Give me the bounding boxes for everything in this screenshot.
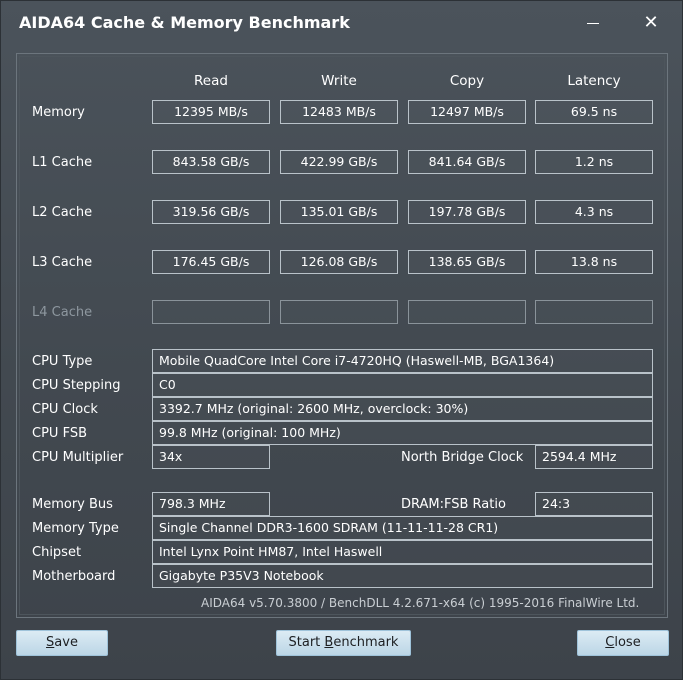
chipset-label: Chipset (32, 545, 82, 560)
row-label-l3-cache: L3 Cache (32, 255, 93, 270)
cpu-stepping-label: CPU Stepping (32, 378, 121, 393)
version-footer: AIDA64 v5.70.3800 / BenchDLL 4.2.671-x64… (201, 596, 640, 610)
close-icon: ✕ (643, 12, 659, 33)
memory-read-value: 12395 MB/s (152, 100, 270, 124)
l4-read-value (152, 300, 270, 324)
l1-copy-value: 841.64 GB/s (408, 150, 526, 174)
north-bridge-clock-value: 2594.4 MHz (535, 445, 653, 469)
motherboard-value: Gigabyte P35V3 Notebook (152, 564, 653, 588)
chipset-value: Intel Lynx Point HM87, Intel Haswell (152, 540, 653, 564)
column-header-latency: Latency (567, 73, 621, 89)
l4-write-value (280, 300, 398, 324)
l2-read-value: 319.56 GB/s (152, 200, 270, 224)
memory-bus-value: 798.3 MHz (152, 492, 270, 516)
l4-latency-value (535, 300, 653, 324)
cpu-type-label: CPU Type (32, 354, 93, 369)
memory-type-value: Single Channel DDR3-1600 SDRAM (11-11-11… (152, 516, 653, 540)
dram-fsb-ratio-value: 24:3 (535, 492, 653, 516)
l2-write-value: 135.01 GB/s (280, 200, 398, 224)
row-label-memory: Memory (32, 105, 85, 120)
close-button[interactable]: Close (577, 630, 669, 656)
memory-latency-value: 69.5 ns (535, 100, 653, 124)
column-header-read: Read (194, 73, 228, 89)
memory-copy-value: 12497 MB/s (408, 100, 526, 124)
window-title: AIDA64 Cache & Memory Benchmark (19, 13, 350, 32)
dram-fsb-ratio-label: DRAM:FSB Ratio (401, 497, 506, 512)
motherboard-label: Motherboard (32, 569, 116, 584)
cpu-stepping-value: C0 (152, 373, 653, 397)
column-header-write: Write (321, 73, 357, 89)
l1-read-value: 843.58 GB/s (152, 150, 270, 174)
l3-write-value: 126.08 GB/s (280, 250, 398, 274)
memory-type-label: Memory Type (32, 521, 119, 536)
l2-copy-value: 197.78 GB/s (408, 200, 526, 224)
save-button[interactable]: Save (16, 630, 108, 656)
cpu-fsb-label: CPU FSB (32, 426, 87, 441)
cpu-clock-value: 3392.7 MHz (original: 2600 MHz, overcloc… (152, 397, 653, 421)
row-label-l1-cache: L1 Cache (32, 155, 93, 170)
cpu-fsb-value: 99.8 MHz (original: 100 MHz) (152, 421, 653, 445)
row-label-l2-cache: L2 Cache (32, 205, 93, 220)
minimize-button[interactable] (579, 9, 607, 37)
cpu-clock-label: CPU Clock (32, 402, 98, 417)
l3-latency-value: 13.8 ns (535, 250, 653, 274)
start-benchmark-button[interactable]: Start Benchmark (276, 630, 411, 656)
l2-latency-value: 4.3 ns (535, 200, 653, 224)
cpu-multiplier-label: CPU Multiplier (32, 450, 124, 465)
benchmark-window: AIDA64 Cache & Memory Benchmark ✕ Read W… (0, 0, 683, 680)
column-header-copy: Copy (449, 73, 485, 89)
l3-read-value: 176.45 GB/s (152, 250, 270, 274)
memory-bus-label: Memory Bus (32, 497, 113, 512)
l1-write-value: 422.99 GB/s (280, 150, 398, 174)
memory-write-value: 12483 MB/s (280, 100, 398, 124)
l1-latency-value: 1.2 ns (535, 150, 653, 174)
l4-copy-value (408, 300, 526, 324)
north-bridge-clock-label: North Bridge Clock (401, 450, 524, 465)
cpu-type-value: Mobile QuadCore Intel Core i7-4720HQ (Ha… (152, 349, 653, 373)
close-window-button[interactable]: ✕ (637, 9, 665, 37)
l3-copy-value: 138.65 GB/s (408, 250, 526, 274)
cpu-multiplier-value: 34x (152, 445, 270, 469)
minimize-icon (587, 22, 599, 24)
row-label-l4-cache: L4 Cache (32, 305, 93, 320)
